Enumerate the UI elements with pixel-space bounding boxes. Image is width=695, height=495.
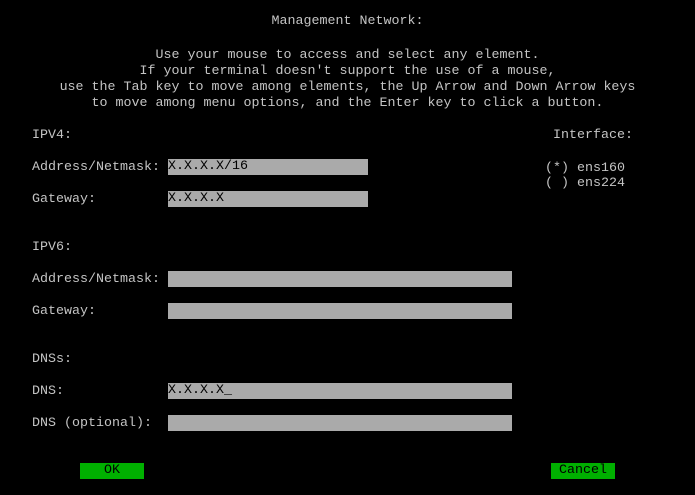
- ipv6-address-input[interactable]: [168, 271, 512, 287]
- dns-input[interactable]: X.X.X.X_: [168, 383, 512, 399]
- dns-heading: DNSs:: [32, 352, 72, 367]
- interface-name: ens224: [577, 176, 625, 191]
- instruction-line: If your terminal doesn't support the use…: [139, 64, 556, 79]
- dns-optional-label: DNS (optional):: [32, 416, 152, 431]
- instruction-line: Use your mouse to access and select any …: [155, 48, 540, 63]
- ipv4-address-label: Address/Netmask:: [32, 160, 160, 175]
- ipv6-gateway-label: Gateway:: [32, 304, 96, 319]
- ok-button[interactable]: OK: [80, 463, 144, 479]
- text-cursor: _: [224, 383, 232, 398]
- dns-optional-input[interactable]: [168, 415, 512, 431]
- interface-name: ens160: [577, 161, 625, 176]
- ipv6-address-label: Address/Netmask:: [32, 272, 160, 287]
- ipv4-gateway-input[interactable]: X.X.X.X: [168, 191, 368, 207]
- ipv4-address-input[interactable]: X.X.X.X/16: [168, 159, 368, 175]
- interface-option-ens224[interactable]: ( ) ens224: [545, 176, 625, 192]
- ipv4-heading: IPV4:: [32, 128, 72, 143]
- cancel-button[interactable]: Cancel: [551, 463, 615, 479]
- ipv6-gateway-input[interactable]: [168, 303, 512, 319]
- ipv4-gateway-label: Gateway:: [32, 192, 96, 207]
- ipv6-heading: IPV6:: [32, 240, 72, 255]
- radio-selected-icon: (*): [545, 161, 569, 176]
- interface-option-ens160[interactable]: (*) ens160: [545, 161, 625, 177]
- instruction-line: to move among menu options, and the Ente…: [91, 96, 604, 111]
- dialog-title: Management Network:: [271, 14, 424, 29]
- dns-value: X.X.X.X: [168, 383, 224, 398]
- dns-label: DNS:: [32, 384, 64, 399]
- instruction-line: use the Tab key to move among elements, …: [59, 80, 636, 95]
- radio-unselected-icon: ( ): [545, 176, 569, 191]
- interface-heading: Interface:: [553, 128, 633, 143]
